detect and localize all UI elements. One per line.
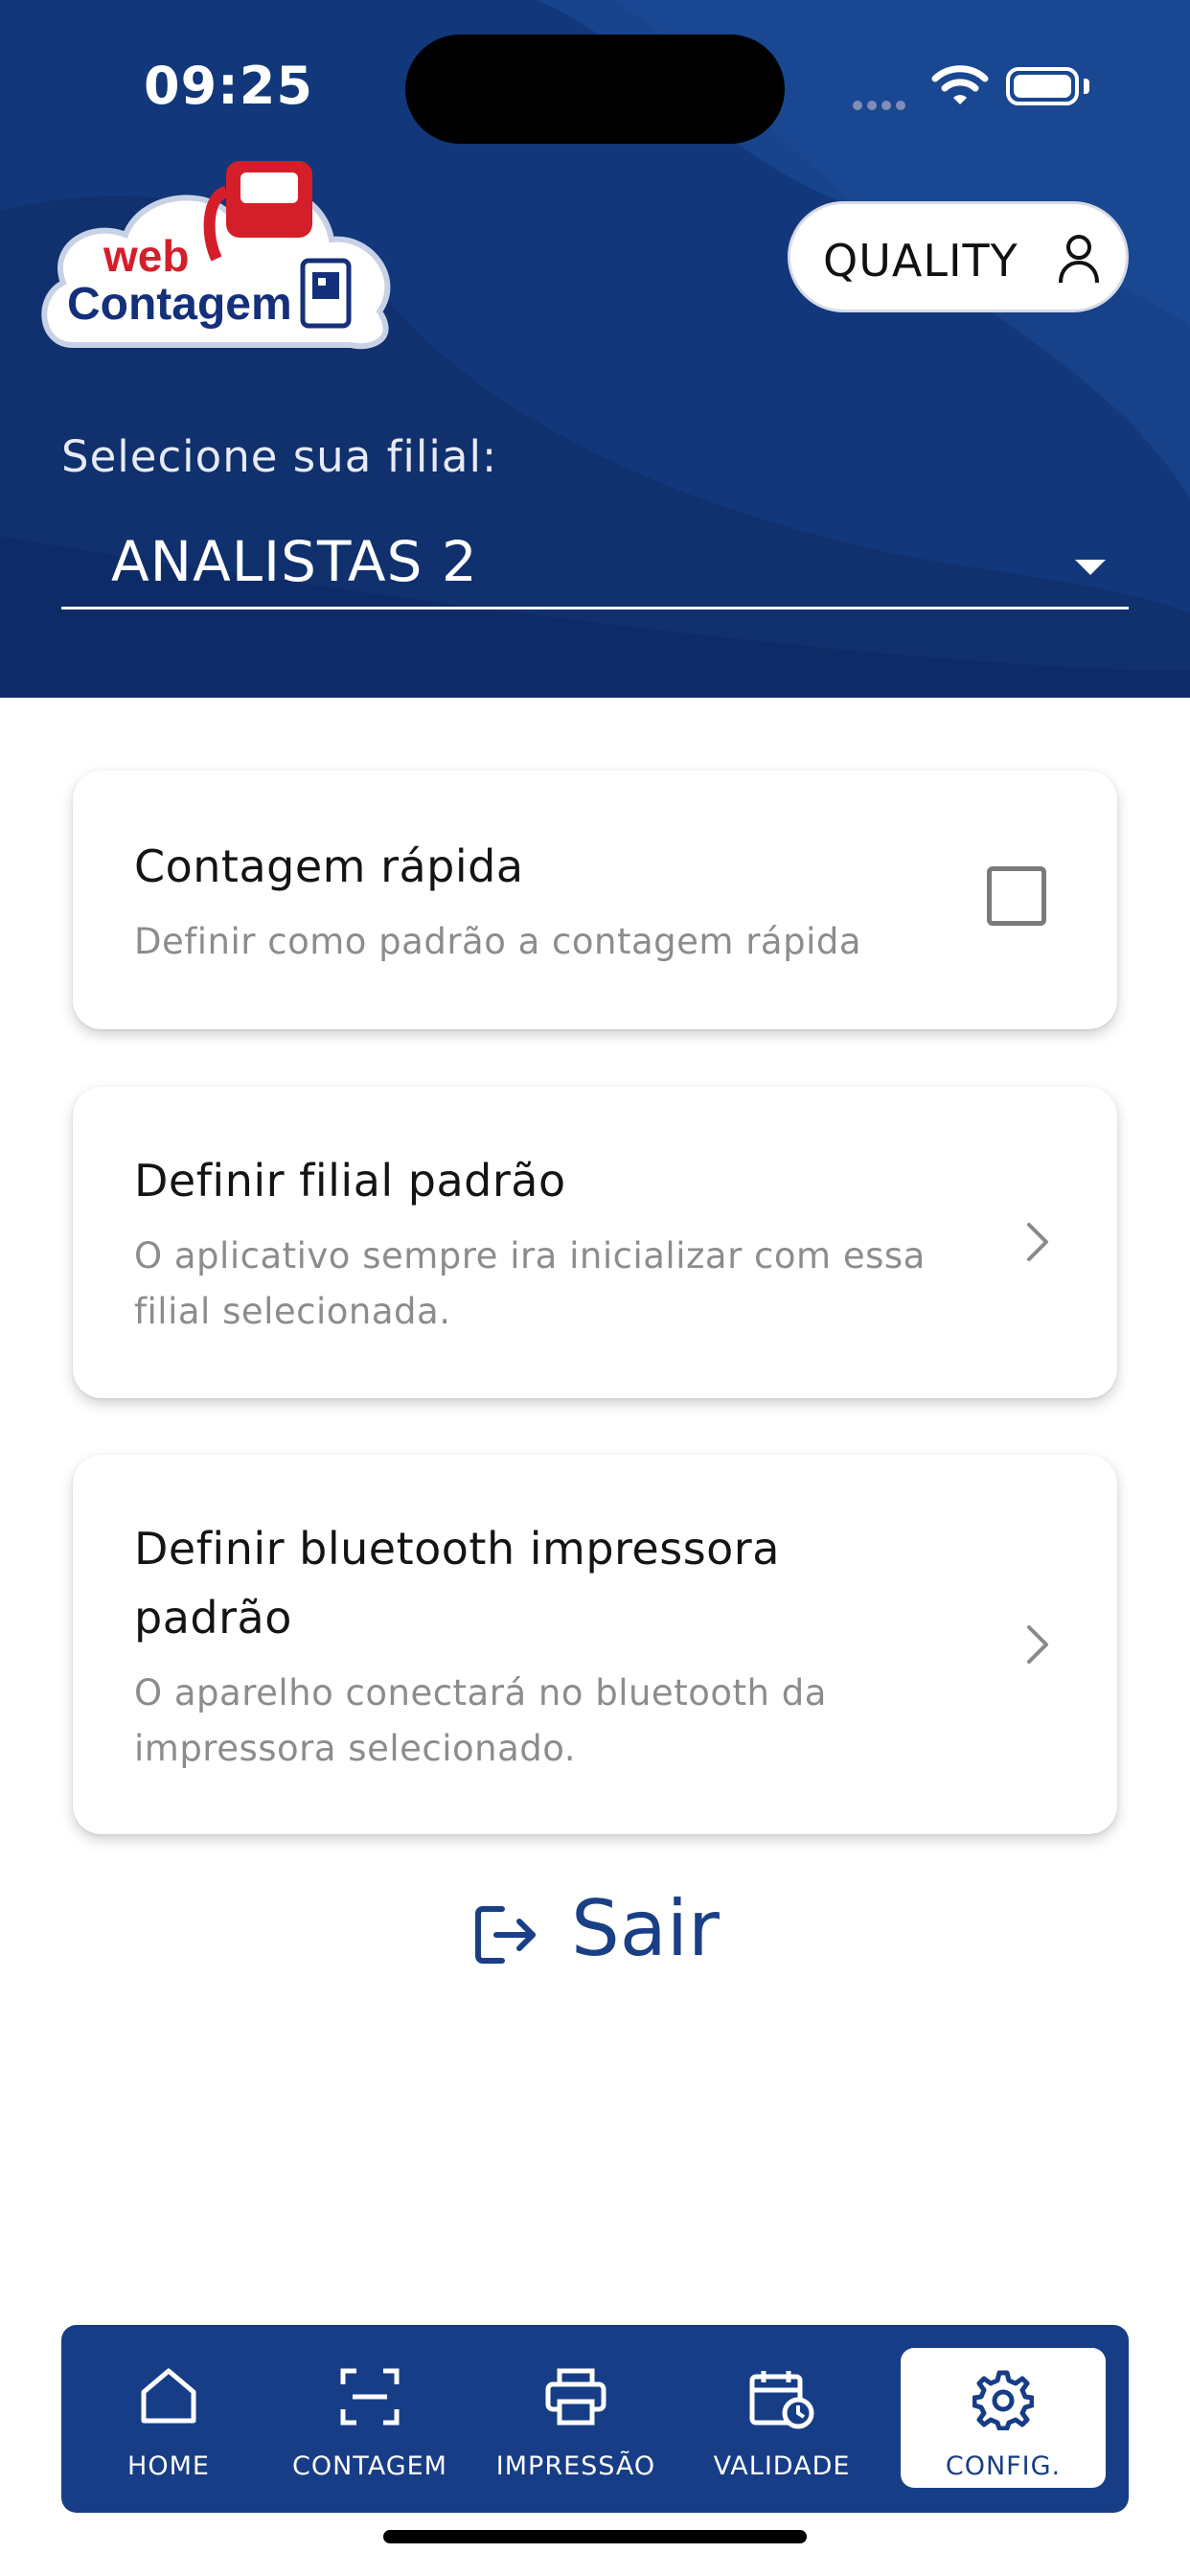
battery-tip	[1084, 79, 1089, 94]
bottom-nav: HOME CONTAGEM IMPRESSÃO VALIDADE CONFIG.	[61, 2325, 1129, 2513]
logo-text-contagem: Contagem	[67, 279, 292, 330]
setting-title: Contagem rápida	[134, 840, 524, 892]
status-time: 09:25	[144, 56, 313, 116]
nav-home[interactable]: HOME	[73, 2325, 264, 2513]
setting-subtitle: O aplicativo sempre ira inicializar com …	[134, 1235, 926, 1332]
user-icon	[1059, 235, 1099, 284]
battery-icon	[1006, 67, 1079, 105]
setting-card-default-printer[interactable]: Definir bluetooth impressora padrão O ap…	[73, 1455, 1117, 1834]
printer-icon	[545, 2368, 606, 2426]
setting-subtitle: O aparelho conectará no bluetooth da imp…	[134, 1672, 827, 1769]
branch-label: Selecione sua filial:	[61, 431, 498, 482]
home-indicator	[383, 2530, 807, 2543]
calendar-clock-icon	[749, 2371, 814, 2429]
wifi-icon	[931, 65, 989, 104]
logout-icon	[475, 1906, 536, 1964]
home-icon	[141, 2368, 196, 2424]
nav-impressao[interactable]: IMPRESSÃO	[475, 2325, 676, 2513]
quick-count-checkbox[interactable]	[987, 866, 1046, 926]
nav-label: CONFIG.	[945, 2451, 1062, 2481]
nav-label: VALIDADE	[713, 2451, 851, 2481]
signal-icon	[853, 96, 910, 114]
scan-icon	[340, 2368, 400, 2426]
nav-label: IMPRESSÃO	[495, 2451, 656, 2481]
caret-down-icon	[1075, 560, 1106, 575]
setting-title: Definir filial padrão	[134, 1155, 566, 1207]
setting-title: Definir bluetooth impressora padrão	[134, 1523, 780, 1644]
dynamic-island	[405, 34, 785, 144]
setting-card-default-branch[interactable]: Definir filial padrão O aplicativo sempr…	[73, 1087, 1117, 1398]
branch-select[interactable]: ANALISTAS 2	[61, 518, 1129, 610]
gear-icon	[973, 2370, 1034, 2430]
app-header: 09:25 web Contagem QUALITY Selecione sua…	[0, 0, 1190, 698]
setting-subtitle: Definir como padrão a contagem rápida	[134, 921, 862, 962]
user-name: QUALITY	[823, 235, 1018, 287]
chevron-right-icon	[1027, 1625, 1048, 1664]
branch-selected-value: ANALISTAS 2	[111, 529, 478, 594]
nav-validade[interactable]: VALIDADE	[686, 2325, 878, 2513]
logout-label: Sair	[571, 1884, 720, 1973]
user-profile-button[interactable]: QUALITY	[788, 201, 1129, 312]
logo-text-web: web	[103, 231, 190, 281]
chevron-right-icon	[1027, 1223, 1048, 1261]
nav-contagem[interactable]: CONTAGEM	[274, 2325, 466, 2513]
nav-config[interactable]: CONFIG.	[901, 2348, 1106, 2488]
nav-label: CONTAGEM	[292, 2451, 447, 2481]
nav-label: HOME	[127, 2451, 210, 2481]
setting-card-quick-count[interactable]: Contagem rápida Definir como padrão a co…	[73, 770, 1117, 1029]
